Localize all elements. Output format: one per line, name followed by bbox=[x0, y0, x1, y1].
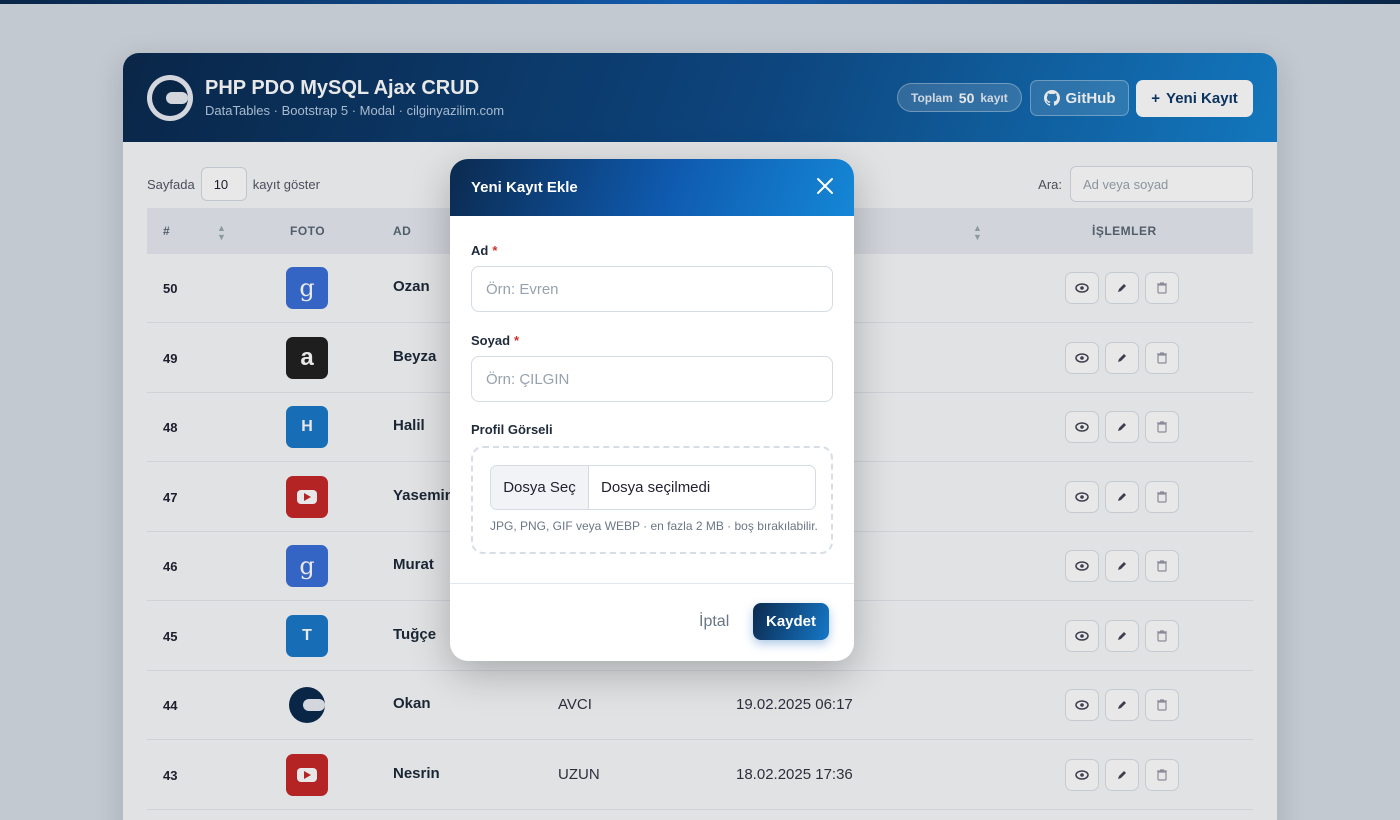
file-status: Dosya seçilmedi bbox=[601, 479, 711, 496]
new-record-modal: Yeni Kayıt Ekle Ad * Örn: Evren Soyad * Ör… bbox=[450, 159, 854, 661]
modal-header: Yeni Kayıt Ekle bbox=[450, 159, 854, 216]
modal-title: Yeni Kayıt Ekle bbox=[471, 179, 578, 196]
photo-label: Profil Görseli bbox=[471, 422, 553, 437]
surname-field[interactable]: Örn: ÇILGIN bbox=[471, 356, 833, 402]
file-hint: JPG, PNG, GIF veya WEBP · en fazla 2 MB … bbox=[490, 519, 818, 533]
name-field[interactable]: Örn: Evren bbox=[471, 266, 833, 312]
close-icon[interactable] bbox=[812, 173, 838, 199]
choose-file-button[interactable]: Dosya Seç bbox=[491, 466, 589, 509]
save-button[interactable]: Kaydet bbox=[753, 603, 829, 640]
required-mark: * bbox=[492, 243, 498, 258]
required-mark: * bbox=[514, 333, 520, 348]
cancel-button[interactable]: İptal bbox=[699, 613, 729, 631]
modal-footer-divider bbox=[450, 583, 854, 584]
file-input[interactable]: Dosya Seç Dosya seçilmedi bbox=[490, 465, 816, 510]
photo-dropzone[interactable]: Dosya Seç Dosya seçilmedi JPG, PNG, GIF … bbox=[471, 446, 833, 554]
name-label: Ad * bbox=[471, 243, 498, 258]
surname-label: Soyad * bbox=[471, 333, 520, 348]
